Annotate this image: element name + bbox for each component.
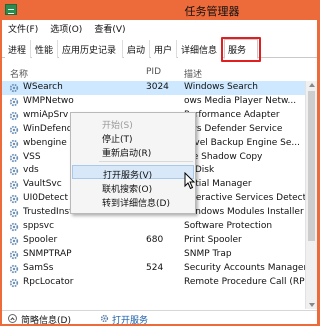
title-bar[interactable]: 任务管理器 [0,0,319,20]
scroll-down-arrow-icon[interactable] [309,303,315,307]
menu-view[interactable]: 查看(V) [94,22,125,35]
menu-item-restart[interactable]: 重新启动(R) [72,144,194,159]
service-pid: 3024 [146,82,169,92]
window-title: 任务管理器 [184,5,240,18]
table-row[interactable]: WMPNetwo ows Media Player Netw... [2,95,305,109]
service-gear-icon [9,97,19,107]
service-gear-icon [9,278,19,287]
service-description: Level Backup Engine Se... [184,137,301,148]
menu-bar: 文件(F) 选项(O) 查看(V) [2,20,317,36]
service-name: Spooler [23,234,58,245]
services-tab-highlight [221,37,261,62]
fewer-details-link[interactable]: 简略信息(D) [21,313,71,326]
column-pid-header[interactable]: PID [146,67,161,77]
service-description: ows Media Player Netw... [184,95,297,106]
service-description: Windows Search [184,82,258,92]
menu-item-stop[interactable]: 停止(T) [72,130,194,145]
mouse-cursor-icon [184,172,196,190]
service-gear-icon [9,181,19,190]
service-description: ential Manager [184,179,252,190]
menu-options[interactable]: 选项(O) [50,22,82,35]
chevron-up-circle-icon[interactable] [8,314,17,323]
task-manager-window: 任务管理器 文件(F) 选项(O) 查看(V) 进程 性能 应用历史记录 启动 … [0,0,319,326]
service-name: sppsvc [23,221,55,231]
tab-users[interactable]: 用户 [151,40,177,58]
service-name: WSearch [23,82,63,92]
service-gear-icon [9,250,19,259]
menu-separator [99,161,193,162]
tab-startup[interactable]: 启动 [124,40,150,58]
table-row[interactable]: SamSs 524 Security Accounts Manager [2,262,305,276]
service-gear-icon [9,167,19,176]
column-headers: 名称 PID 描述 [2,65,317,81]
service-gear-icon [9,111,19,120]
service-description: Software Protection [184,221,273,231]
column-desc-header[interactable]: 描述 [184,67,202,80]
menu-file[interactable]: 文件(F) [8,22,38,35]
service-description: al Disk [184,165,215,176]
table-row[interactable]: SNMPTRAP SNMP Trap [2,248,305,262]
service-name: SamSs [23,262,54,273]
table-row[interactable]: sppsvc Software Protection [2,220,305,234]
tab-details[interactable]: 详细信息 [178,40,222,58]
status-bar: 简略信息(D) 打开服务 [2,310,317,326]
service-gear-icon [9,222,19,232]
open-services-link[interactable]: 打开服务 [112,313,148,326]
service-gear-icon [9,208,19,218]
service-gear-icon [9,236,19,246]
context-menu: 开始(S) 停止(T) 重新启动(R) 打开服务(V) 联机搜索(O) 转到详细… [70,112,196,214]
service-name: SNMPTRAP [23,248,72,259]
tab-app-history[interactable]: 应用历史记录 [59,40,123,58]
menu-item-search-online[interactable]: 联机搜索(O) [72,180,194,195]
service-description: Security Accounts Manager [184,262,305,273]
service-gear-icon [9,153,19,162]
table-row[interactable]: WSearch 3024 Windows Search [2,81,305,95]
column-name-header[interactable]: 名称 [10,67,28,80]
menu-item-start[interactable]: 开始(S) [72,116,194,131]
service-description: me Shadow Copy [184,151,263,162]
service-description: Windows Modules Installer [184,207,304,218]
service-gear-icon [9,125,19,134]
vertical-scrollbar[interactable] [305,81,317,309]
client-area: 文件(F) 选项(O) 查看(V) 进程 性能 应用历史记录 启动 用户 详细信… [2,20,317,326]
service-description: SNMP Trap [184,248,232,259]
service-gear-icon [9,195,19,204]
tab-performance[interactable]: 性能 [32,40,58,58]
tab-strip: 进程 性能 应用历史记录 启动 用户 详细信息 服务 [2,37,317,62]
service-gear-icon [9,83,19,93]
service-name: RpcLocator [23,276,74,287]
service-description: Print Spooler [184,234,242,245]
service-pid: 524 [146,262,164,273]
service-gear-icon [9,139,19,148]
table-row[interactable] [2,290,305,304]
scroll-thumb[interactable] [308,91,315,241]
menu-item-open-services[interactable]: 打开服务(V) [72,165,194,181]
service-pid: 680 [146,234,164,245]
services-gear-icon [100,314,109,323]
scroll-up-arrow-icon[interactable] [309,83,315,87]
service-description: Remote Procedure Call (RPC) ... [184,276,305,287]
table-row[interactable]: RpcLocator Remote Procedure Call (RPC) ..… [2,276,305,290]
tab-processes[interactable]: 进程 [5,40,31,58]
table-row[interactable]: Spooler 680 Print Spooler [2,234,305,248]
menu-item-go-to-details[interactable]: 转到详细信息(D) [72,194,194,209]
service-description: Interactive Services Detection [184,193,305,204]
service-description: Performance Adapter [184,109,280,120]
service-name: WMPNetwo [23,95,74,106]
service-gear-icon [9,264,19,273]
service-description: ows Defender Service [184,123,283,134]
